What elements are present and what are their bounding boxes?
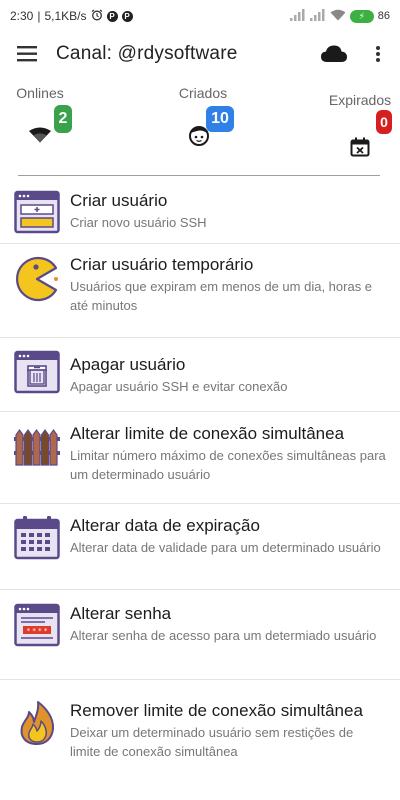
menu-item-apagar-usuario[interactable]: Apagar usuário Apagar usuário SSH e evit… <box>0 338 400 412</box>
create-user-window-icon <box>14 190 62 238</box>
menu-text: Alterar senha Alterar senha de acesso pa… <box>70 603 390 645</box>
page-title: Canal: @rdysoftware <box>56 43 238 64</box>
menu-item-title: Alterar limite de conexão simultânea <box>70 424 345 443</box>
status-left: 2:30 | 5,1KB/s P P <box>10 9 133 24</box>
menu-item-remover-limite[interactable]: Remover limite de conexão simultânea Dei… <box>0 680 400 796</box>
menu-text: Criar usuário Criar novo usuário SSH <box>70 190 221 232</box>
menu-item-title: Criar usuário <box>70 191 168 210</box>
menu-item-desc: Apagar usuário SSH e evitar conexão <box>70 379 288 394</box>
menu-text: Apagar usuário Apagar usuário SSH e evit… <box>70 354 302 396</box>
calendar-x-icon <box>350 137 370 162</box>
menu-item-criar-usuario-temporario[interactable]: Criar usuário temporário Usuários que ex… <box>0 244 400 338</box>
stat-expirados-badge: 0 <box>376 110 392 134</box>
stats-panel: Onlines 2 Criados 10 Expirados 0 <box>0 80 400 166</box>
menu-item-desc: Limitar número máximo de conexões simult… <box>70 448 386 482</box>
stat-onlines[interactable]: Onlines 2 <box>10 85 72 155</box>
stat-criados-badge: 10 <box>206 106 234 132</box>
status-net-speed: 5,1KB/s <box>44 9 87 23</box>
pacman-icon <box>14 256 62 304</box>
stat-onlines-label: Onlines <box>16 85 64 101</box>
trash-window-icon <box>14 350 62 398</box>
menu-item-desc: Usuários que expiram em menos de um dia,… <box>70 279 373 313</box>
status-bar: 2:30 | 5,1KB/s P P ⚡ 86 <box>0 0 400 32</box>
menu-text: Alterar limite de conexão simultânea Lim… <box>70 423 400 484</box>
stat-criados[interactable]: Criados 10 <box>170 85 236 155</box>
menu-text: Criar usuário temporário Usuários que ex… <box>70 254 400 315</box>
menu-item-alterar-senha[interactable]: * * * * Alterar senha Alterar senha de a… <box>0 590 400 680</box>
stat-onlines-badge: 2 <box>54 105 72 133</box>
svg-text:* * * *: * * * * <box>27 627 48 635</box>
menu-item-title: Alterar senha <box>70 604 172 623</box>
wifi-icon <box>28 127 52 148</box>
menu-item-criar-usuario[interactable]: Criar usuário Criar novo usuário SSH <box>0 180 400 244</box>
status-right: ⚡ 86 <box>289 8 390 24</box>
status-sep: | <box>37 9 41 23</box>
password-window-icon: * * * * <box>14 603 62 651</box>
battery-icon: ⚡ <box>349 9 374 23</box>
stats-divider <box>18 175 380 176</box>
p-notification-icon-2: P <box>121 10 133 22</box>
fence-icon <box>14 423 62 471</box>
status-time: 2:30 <box>10 9 34 23</box>
menu-list: Criar usuário Criar novo usuário SSH Cri… <box>0 180 400 796</box>
battery-level: 86 <box>377 10 390 22</box>
menu-item-alterar-limite[interactable]: Alterar limite de conexão simultânea Lim… <box>0 412 400 504</box>
menu-text: Remover limite de conexão simultânea Dei… <box>70 700 400 761</box>
more-vert-icon[interactable] <box>364 38 392 70</box>
app-bar: Canal: @rdysoftware <box>0 32 400 76</box>
fire-icon <box>14 700 62 748</box>
menu-item-desc: Alterar data de validade para um determi… <box>70 540 381 555</box>
menu-item-title: Apagar usuário <box>70 355 186 374</box>
menu-item-desc: Deixar um determinado usuário sem restiç… <box>70 725 354 759</box>
calendar-icon <box>14 515 62 563</box>
menu-text: Alterar data de expiração Alterar data d… <box>70 515 395 557</box>
stat-expirados[interactable]: Expirados 0 <box>326 92 394 162</box>
menu-item-alterar-data[interactable]: Alterar data de expiração Alterar data d… <box>0 504 400 590</box>
menu-item-title: Alterar data de expiração <box>70 516 260 535</box>
hamburger-menu-icon[interactable] <box>0 32 56 76</box>
wifi-status-icon <box>330 9 346 24</box>
menu-item-title: Criar usuário temporário <box>70 255 254 274</box>
stat-criados-label: Criados <box>178 85 228 101</box>
signal-icon-2 <box>309 8 326 24</box>
alarm-icon <box>91 9 103 24</box>
cloud-icon[interactable] <box>318 38 350 70</box>
stat-expirados-label: Expirados <box>328 92 392 108</box>
p-notification-icon: P <box>106 10 118 22</box>
menu-item-title: Remover limite de conexão simultânea <box>70 701 363 720</box>
menu-item-desc: Criar novo usuário SSH <box>70 215 207 230</box>
signal-icon <box>289 8 306 24</box>
menu-item-desc: Alterar senha de acesso para um determia… <box>70 628 377 643</box>
